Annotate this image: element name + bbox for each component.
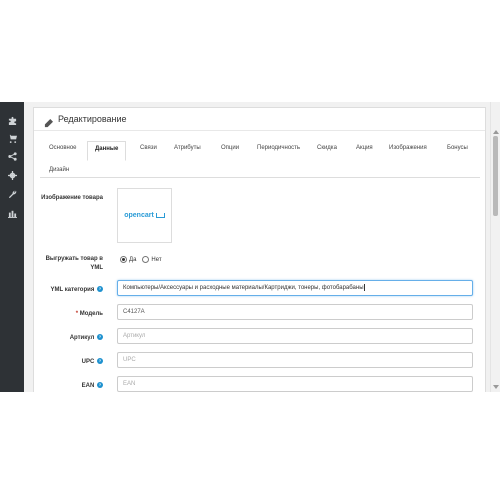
scroll-down-arrow[interactable] bbox=[493, 385, 499, 389]
sku-label: Артикул ? bbox=[69, 334, 103, 341]
model-label: * Модель bbox=[75, 311, 103, 317]
tab-main[interactable]: Основное bbox=[42, 141, 84, 155]
sku-input[interactable]: Артикул bbox=[117, 328, 473, 344]
help-icon: ? bbox=[97, 334, 103, 341]
pencil-icon bbox=[44, 115, 53, 127]
tab-images[interactable]: Изображения bbox=[382, 141, 434, 155]
vertical-scrollbar[interactable] bbox=[490, 102, 500, 392]
export-no-label: Нет bbox=[151, 256, 162, 263]
tab-recurring[interactable]: Периодичность bbox=[250, 141, 307, 155]
panel-header: Редактирование bbox=[34, 108, 485, 131]
export-radio-group: Да Нет bbox=[120, 256, 168, 263]
edit-panel: Редактирование Основное Данные Связи Атр… bbox=[33, 107, 486, 392]
ean-input[interactable]: EAN bbox=[117, 376, 473, 392]
opencart-logo: opencart bbox=[124, 212, 165, 219]
upc-input[interactable]: UPC bbox=[117, 352, 473, 368]
gear-icon[interactable] bbox=[6, 169, 18, 181]
yml-category-input[interactable]: Компьютеры/Аксессуары и расходные матери… bbox=[117, 280, 473, 296]
export-yes-label: Да bbox=[129, 256, 137, 263]
image-label: Изображение товара bbox=[41, 195, 103, 201]
share-icon[interactable] bbox=[6, 150, 18, 162]
tab-links[interactable]: Связи bbox=[133, 141, 164, 155]
admin-app: Редактирование Основное Данные Связи Атр… bbox=[0, 102, 500, 392]
tab-discount[interactable]: Скидка bbox=[310, 141, 344, 155]
tab-data[interactable]: Данные bbox=[87, 141, 127, 161]
tab-bar: Основное Данные Связи Атрибуты Опции Пер… bbox=[40, 141, 480, 178]
bar-chart-icon[interactable] bbox=[6, 207, 18, 219]
puzzle-icon[interactable] bbox=[6, 114, 18, 126]
help-icon: ? bbox=[97, 358, 103, 365]
ean-label: EAN ? bbox=[81, 382, 103, 389]
scroll-thumb[interactable] bbox=[493, 136, 498, 216]
cart-icon[interactable] bbox=[6, 132, 18, 144]
help-icon: ? bbox=[97, 382, 103, 389]
upc-label: UPC ? bbox=[81, 358, 103, 365]
export-label: Выгружать товар в YML bbox=[45, 256, 103, 271]
tab-special[interactable]: Акция bbox=[349, 141, 380, 155]
yml-category-label: YML категория ? bbox=[50, 286, 103, 293]
scroll-up-arrow[interactable] bbox=[493, 130, 499, 134]
panel-title: Редактирование bbox=[58, 114, 127, 124]
export-yes-radio[interactable] bbox=[120, 256, 127, 263]
wrench-icon[interactable] bbox=[6, 188, 18, 200]
text-caret bbox=[363, 283, 365, 291]
tab-options[interactable]: Опции bbox=[214, 141, 246, 155]
help-icon: ? bbox=[97, 286, 103, 293]
tab-attributes[interactable]: Атрибуты bbox=[167, 141, 208, 155]
tab-design[interactable]: Дизайн bbox=[42, 163, 76, 177]
model-input[interactable]: C4127A bbox=[117, 304, 473, 320]
export-no-radio[interactable] bbox=[142, 256, 150, 263]
tab-bonuses[interactable]: Бонусы bbox=[440, 141, 475, 155]
logo-cart-icon bbox=[155, 213, 165, 218]
sidebar bbox=[0, 102, 24, 392]
product-image-thumb[interactable]: opencart bbox=[117, 188, 172, 243]
